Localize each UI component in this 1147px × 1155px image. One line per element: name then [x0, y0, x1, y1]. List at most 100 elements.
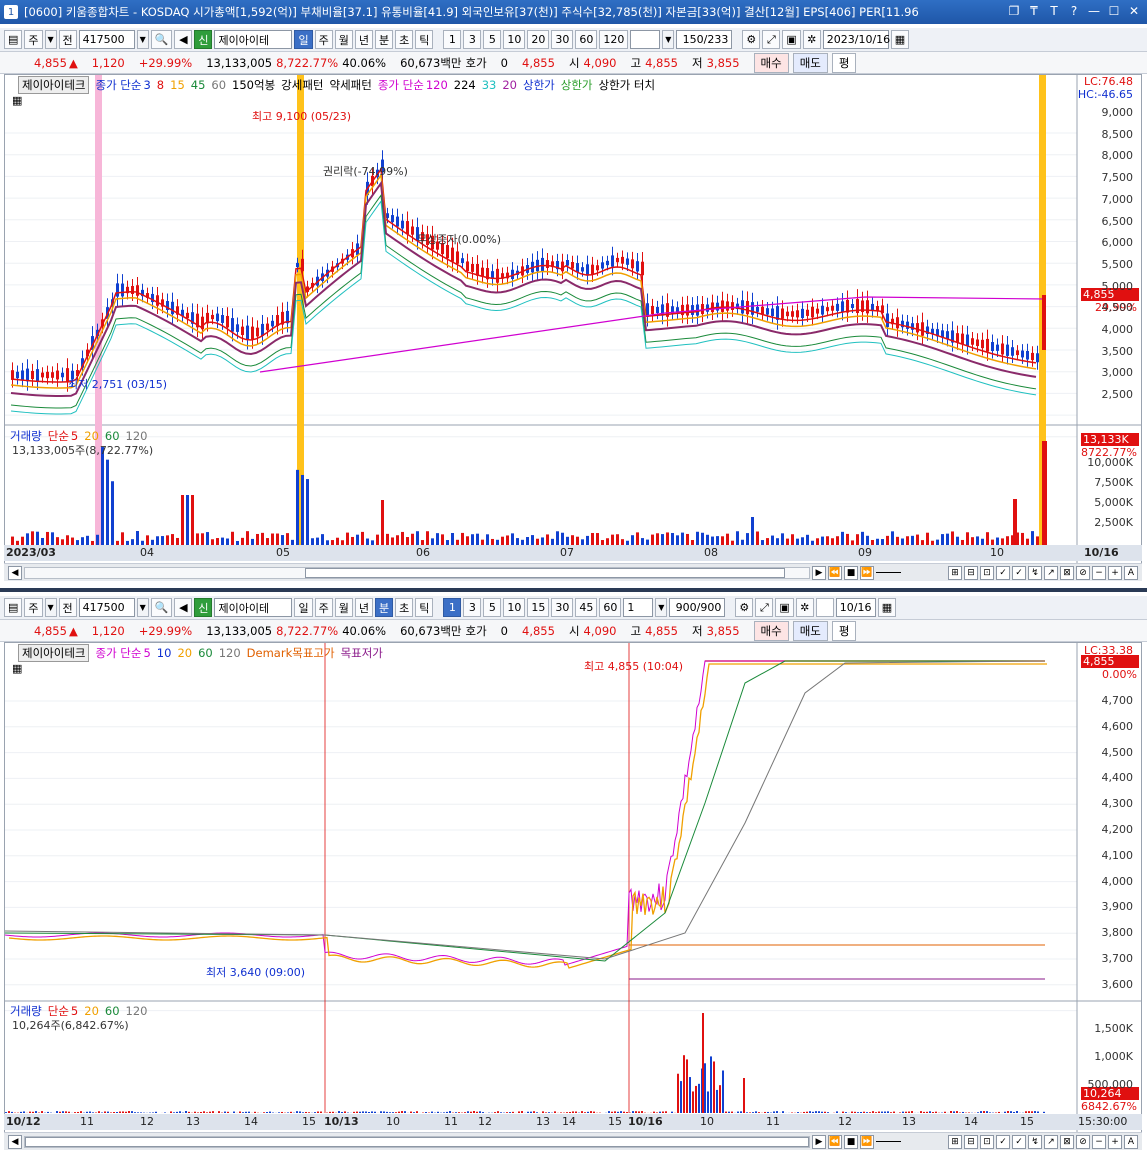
scroll-track[interactable]: [24, 566, 810, 579]
tool-icon[interactable]: ⊠: [1060, 1134, 1074, 1149]
tab-month[interactable]: 월: [334, 30, 353, 49]
stop-icon[interactable]: ■: [844, 565, 858, 580]
interval-5[interactable]: 5: [483, 598, 502, 617]
settings-icon[interactable]: ⚙: [742, 30, 761, 49]
tab-week[interactable]: 주: [314, 598, 333, 617]
interval-10[interactable]: 10: [503, 30, 526, 49]
avg-button[interactable]: 평: [831, 620, 857, 641]
minimize-icon[interactable]: —: [1087, 3, 1101, 19]
gear-icon[interactable]: ✲: [795, 598, 814, 617]
buy-button[interactable]: 매수: [753, 52, 789, 73]
sell-button[interactable]: 매도: [792, 620, 828, 641]
tool-icon[interactable]: ⊘: [1076, 1134, 1090, 1149]
forward-icon[interactable]: ⏩: [860, 1134, 874, 1149]
interval-5[interactable]: 5: [483, 30, 502, 49]
tab-minute[interactable]: 분: [374, 30, 394, 49]
forward-icon[interactable]: ⏩: [860, 565, 874, 580]
tab-minute[interactable]: 분: [374, 598, 394, 617]
tab-day[interactable]: 일: [294, 598, 313, 617]
checkbox[interactable]: [815, 598, 834, 617]
tool-icon[interactable]: ⊟: [964, 1134, 978, 1149]
tab-week[interactable]: 주: [314, 30, 333, 49]
chevron-down-icon[interactable]: ▼: [136, 30, 149, 49]
tool-icon[interactable]: ✓: [1012, 1134, 1026, 1149]
plus-icon[interactable]: +: [1108, 1134, 1122, 1149]
rewind-icon[interactable]: ⏪: [828, 565, 842, 580]
calendar-icon[interactable]: ▦: [877, 598, 897, 617]
stock-code-input[interactable]: 417500: [78, 598, 135, 617]
interval-input[interactable]: 1: [623, 598, 654, 617]
speaker-icon[interactable]: ◀: [174, 30, 193, 49]
interval-input[interactable]: [630, 30, 661, 49]
interval-60[interactable]: 60: [599, 598, 622, 617]
interval-3[interactable]: 3: [463, 598, 482, 617]
scroll-track[interactable]: [24, 1135, 810, 1148]
tab-month[interactable]: 월: [334, 598, 353, 617]
chart-menu-icon[interactable]: ▤: [4, 30, 23, 49]
stock-code-input[interactable]: 417500: [78, 30, 135, 49]
stop-icon[interactable]: ■: [844, 1134, 858, 1149]
settings-icon[interactable]: ⚙: [735, 598, 754, 617]
scroll-left-icon[interactable]: ◀: [8, 1134, 22, 1149]
tab-year[interactable]: 년: [354, 598, 373, 617]
pin-icon[interactable]: ₸: [1027, 3, 1041, 19]
save-icon[interactable]: ▣: [775, 598, 794, 617]
tool-icon[interactable]: ↗: [1044, 565, 1058, 580]
font-icon[interactable]: A: [1124, 1134, 1138, 1149]
restore-icon[interactable]: ❐: [1007, 3, 1021, 19]
tool-icon[interactable]: ↯: [1028, 1134, 1042, 1149]
search-icon[interactable]: 🔍: [150, 30, 173, 49]
interval-30[interactable]: 30: [551, 30, 574, 49]
scroll-right-icon[interactable]: ▶: [812, 1134, 826, 1149]
speaker-icon[interactable]: ◀: [174, 598, 193, 617]
font-icon[interactable]: A: [1124, 565, 1138, 580]
tool-icon[interactable]: ⊘: [1076, 565, 1090, 580]
search-icon[interactable]: 🔍: [150, 598, 173, 617]
text-icon[interactable]: T: [1047, 3, 1061, 19]
help-icon[interactable]: ?: [1067, 3, 1081, 19]
interval-15[interactable]: 15: [527, 598, 550, 617]
interval-10[interactable]: 10: [503, 598, 526, 617]
speed-slider[interactable]: ⎯⎯⎯⎯⎯: [876, 567, 946, 578]
avg-button[interactable]: 평: [831, 52, 857, 73]
tool-icon[interactable]: ⊠: [1060, 565, 1074, 580]
interval-120[interactable]: 120: [599, 30, 629, 49]
speed-slider[interactable]: ⎯⎯⎯⎯⎯: [876, 1136, 946, 1147]
tool-icon[interactable]: ✓: [1012, 565, 1026, 580]
zoom-icon[interactable]: ⤢: [755, 598, 774, 617]
grid-icon[interactable]: ▦: [12, 94, 22, 107]
daily-chart-area[interactable]: [4, 74, 1142, 570]
chevron-down-icon[interactable]: ▼: [136, 598, 149, 617]
interval-20[interactable]: 20: [527, 30, 550, 49]
chevron-down-icon[interactable]: ▼: [662, 30, 675, 49]
rewind-icon[interactable]: ⏪: [828, 1134, 842, 1149]
bottom-scrollbar[interactable]: ◀ ▶ ⏪ ■ ⏩ ⎯⎯⎯⎯⎯ ⊞ ⊟ ⊡ ✓ ✓ ↯ ↗ ⊠ ⊘ − + A: [4, 1132, 1142, 1150]
date-input[interactable]: 2023/10/16: [822, 30, 890, 49]
stock-name-field[interactable]: 제이아이테: [214, 30, 293, 49]
maximize-icon[interactable]: ☐: [1107, 3, 1121, 19]
plus-icon[interactable]: +: [1108, 565, 1122, 580]
tab-tick[interactable]: 틱: [415, 30, 434, 49]
chevron-down-icon[interactable]: ▼: [44, 598, 57, 617]
scroll-thumb[interactable]: [305, 567, 785, 578]
tool-icon[interactable]: ↗: [1044, 1134, 1058, 1149]
tool-icon[interactable]: ⊞: [948, 1134, 962, 1149]
date-input[interactable]: 10/16: [835, 598, 876, 617]
top-scrollbar[interactable]: ◀ ▶ ⏪ ■ ⏩ ⎯⎯⎯⎯⎯ ⊞ ⊟ ⊡ ✓ ✓ ↯ ↗ ⊠ ⊘ − + A: [4, 563, 1142, 581]
grid-icon[interactable]: ▦: [12, 662, 22, 675]
scroll-thumb[interactable]: [25, 1136, 809, 1147]
period-select[interactable]: 주: [24, 30, 43, 49]
prev-button[interactable]: 전: [58, 598, 77, 617]
minus-icon[interactable]: −: [1092, 1134, 1106, 1149]
chevron-down-icon[interactable]: ▼: [44, 30, 57, 49]
tool-icon[interactable]: ⊡: [980, 565, 994, 580]
interval-60[interactable]: 60: [575, 30, 598, 49]
close-icon[interactable]: ✕: [1127, 3, 1141, 19]
interval-30[interactable]: 30: [551, 598, 574, 617]
scroll-right-icon[interactable]: ▶: [812, 565, 826, 580]
interval-1[interactable]: 1: [443, 598, 462, 617]
interval-1[interactable]: 1: [443, 30, 462, 49]
buy-button[interactable]: 매수: [753, 620, 789, 641]
calendar-icon[interactable]: ▦: [890, 30, 910, 49]
chevron-down-icon[interactable]: ▼: [655, 598, 668, 617]
